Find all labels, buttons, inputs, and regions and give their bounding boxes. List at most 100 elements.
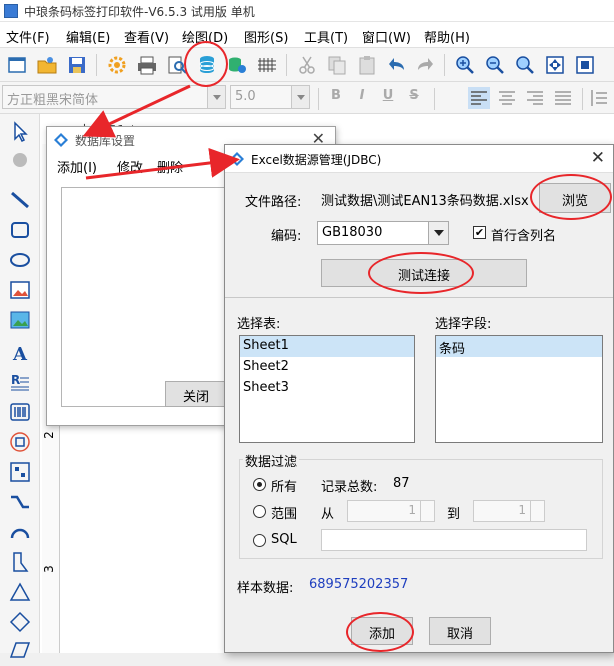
sample-data-label: 样本数据: (237, 581, 294, 596)
range-to-label: 到 (447, 507, 461, 522)
strikethrough-button[interactable]: S (404, 88, 424, 108)
ellipse-tool-icon[interactable] (8, 248, 32, 272)
encoding-value: GB18030 (322, 225, 383, 240)
sql-input[interactable] (321, 529, 587, 551)
drawing-tools-panel: A R (0, 114, 40, 658)
new-file-icon[interactable] (6, 54, 28, 76)
table-list[interactable]: Sheet1 Sheet2 Sheet3 (239, 335, 415, 443)
list-item[interactable]: Sheet2 (240, 357, 414, 378)
cancel-button[interactable]: 取消 (429, 617, 491, 645)
range-from-stepper[interactable]: 1 (347, 500, 435, 522)
rectangle-tool-icon[interactable] (8, 218, 32, 242)
zoom-in-icon[interactable] (454, 54, 476, 76)
list-item[interactable]: Sheet3 (240, 378, 414, 399)
filter-range-label: 范围 (271, 507, 298, 522)
filter-sql-label: SQL (271, 532, 297, 547)
chevron-down-icon[interactable] (207, 86, 225, 108)
triangle-tool-icon[interactable] (8, 580, 32, 604)
menu-modify[interactable]: 修改 (117, 157, 143, 176)
filter-sql-radio[interactable] (253, 534, 266, 547)
align-right-icon[interactable] (524, 87, 546, 109)
diamond-tool-icon[interactable] (8, 610, 32, 634)
annotation-circle (368, 252, 474, 294)
menu-view[interactable]: 查看(V) (124, 27, 169, 46)
save-icon[interactable] (66, 54, 88, 76)
font-size-select[interactable]: 5.0 (230, 85, 310, 109)
underline-button[interactable]: U (378, 88, 398, 108)
bold-button[interactable]: B (326, 88, 346, 108)
rotate-icon[interactable] (8, 148, 32, 172)
qrcode-tool-icon[interactable] (8, 430, 32, 454)
image-tool-icon[interactable] (8, 278, 32, 302)
align-left-icon[interactable] (468, 87, 490, 109)
toolbar-divider (434, 88, 435, 110)
datasource-list[interactable] (61, 187, 227, 407)
zoom-out-icon[interactable] (484, 54, 506, 76)
svg-text:R: R (11, 373, 20, 387)
polygon-tool-icon[interactable] (8, 550, 32, 574)
menu-file[interactable]: 文件(F) (6, 27, 50, 46)
redo-icon[interactable] (414, 54, 436, 76)
toolbar-divider (96, 54, 97, 76)
italic-button[interactable]: I (352, 88, 372, 108)
range-from-value: 1 (408, 503, 416, 517)
menu-bar: 文件(F) 编辑(E) 查看(V) 绘图(D) 图形(S) 工具(T) 窗口(W… (0, 22, 614, 48)
actual-size-icon[interactable] (574, 54, 596, 76)
menu-shape[interactable]: 图形(S) (244, 27, 288, 46)
first-row-header-checkbox[interactable]: ✔ (473, 226, 486, 239)
align-center-icon[interactable] (496, 87, 518, 109)
main-toolbar (0, 48, 614, 82)
app-logo-icon (4, 4, 18, 18)
field-list[interactable]: 条码 (435, 335, 603, 443)
chevron-down-icon[interactable] (291, 86, 309, 108)
matrix-code-tool-icon[interactable] (8, 460, 32, 484)
curve-tool-icon[interactable] (8, 490, 32, 514)
justify-icon[interactable] (552, 87, 574, 109)
first-row-header-label: 首行含列名 (491, 229, 557, 244)
range-to-stepper[interactable]: 1 (473, 500, 545, 522)
zoom-fit-icon[interactable] (514, 54, 536, 76)
open-folder-icon[interactable] (36, 54, 58, 76)
grid-icon[interactable] (256, 54, 278, 76)
copy-icon[interactable] (326, 54, 348, 76)
barcode-tool-icon[interactable] (8, 400, 32, 424)
undo-icon[interactable] (386, 54, 408, 76)
list-item[interactable]: 条码 (436, 336, 602, 357)
font-name-select[interactable]: 方正粗黑宋简体 (2, 85, 226, 109)
menu-edit[interactable]: 编辑(E) (66, 27, 110, 46)
sample-data-value: 689575202357 (309, 577, 409, 592)
fit-page-icon[interactable] (544, 54, 566, 76)
list-item[interactable]: Sheet1 (240, 336, 414, 357)
encoding-select[interactable]: GB18030 (317, 221, 449, 245)
menu-add[interactable]: 添加(I) (57, 157, 97, 176)
toolbar-divider (444, 54, 445, 76)
database-link-icon[interactable] (226, 54, 248, 76)
font-size-value: 5.0 (235, 89, 256, 104)
close-button[interactable]: 关闭 (165, 381, 227, 407)
chevron-down-icon[interactable] (428, 222, 448, 244)
arc-tool-icon[interactable] (8, 520, 32, 544)
parallelogram-tool-icon[interactable] (8, 638, 32, 662)
filter-all-radio[interactable] (253, 478, 266, 491)
toolbar-divider (318, 88, 319, 110)
select-arrow-icon[interactable] (8, 120, 32, 144)
paste-icon[interactable] (356, 54, 378, 76)
cut-icon[interactable] (296, 54, 318, 76)
annotation-circle (530, 174, 612, 220)
settings-gear-icon[interactable] (106, 54, 128, 76)
text-tool-icon[interactable]: A (8, 340, 32, 365)
print-icon[interactable] (136, 54, 158, 76)
toolbar-divider (582, 88, 583, 110)
filter-range-radio[interactable] (253, 505, 266, 518)
menu-window[interactable]: 窗口(W) (362, 27, 411, 46)
picture-tool-icon[interactable] (8, 308, 32, 332)
close-icon[interactable]: ✕ (591, 148, 605, 168)
file-path-field[interactable]: 测试数据\测试EAN13条码数据.xlsx (317, 187, 531, 211)
rich-text-tool-icon[interactable]: R (8, 370, 32, 394)
line-tool-icon[interactable] (8, 188, 32, 212)
line-spacing-icon[interactable] (588, 87, 610, 109)
menu-tools[interactable]: 工具(T) (304, 27, 348, 46)
filter-all-label: 所有 (271, 480, 298, 495)
menu-help[interactable]: 帮助(H) (424, 27, 470, 46)
menu-delete[interactable]: 删除 (157, 157, 183, 176)
